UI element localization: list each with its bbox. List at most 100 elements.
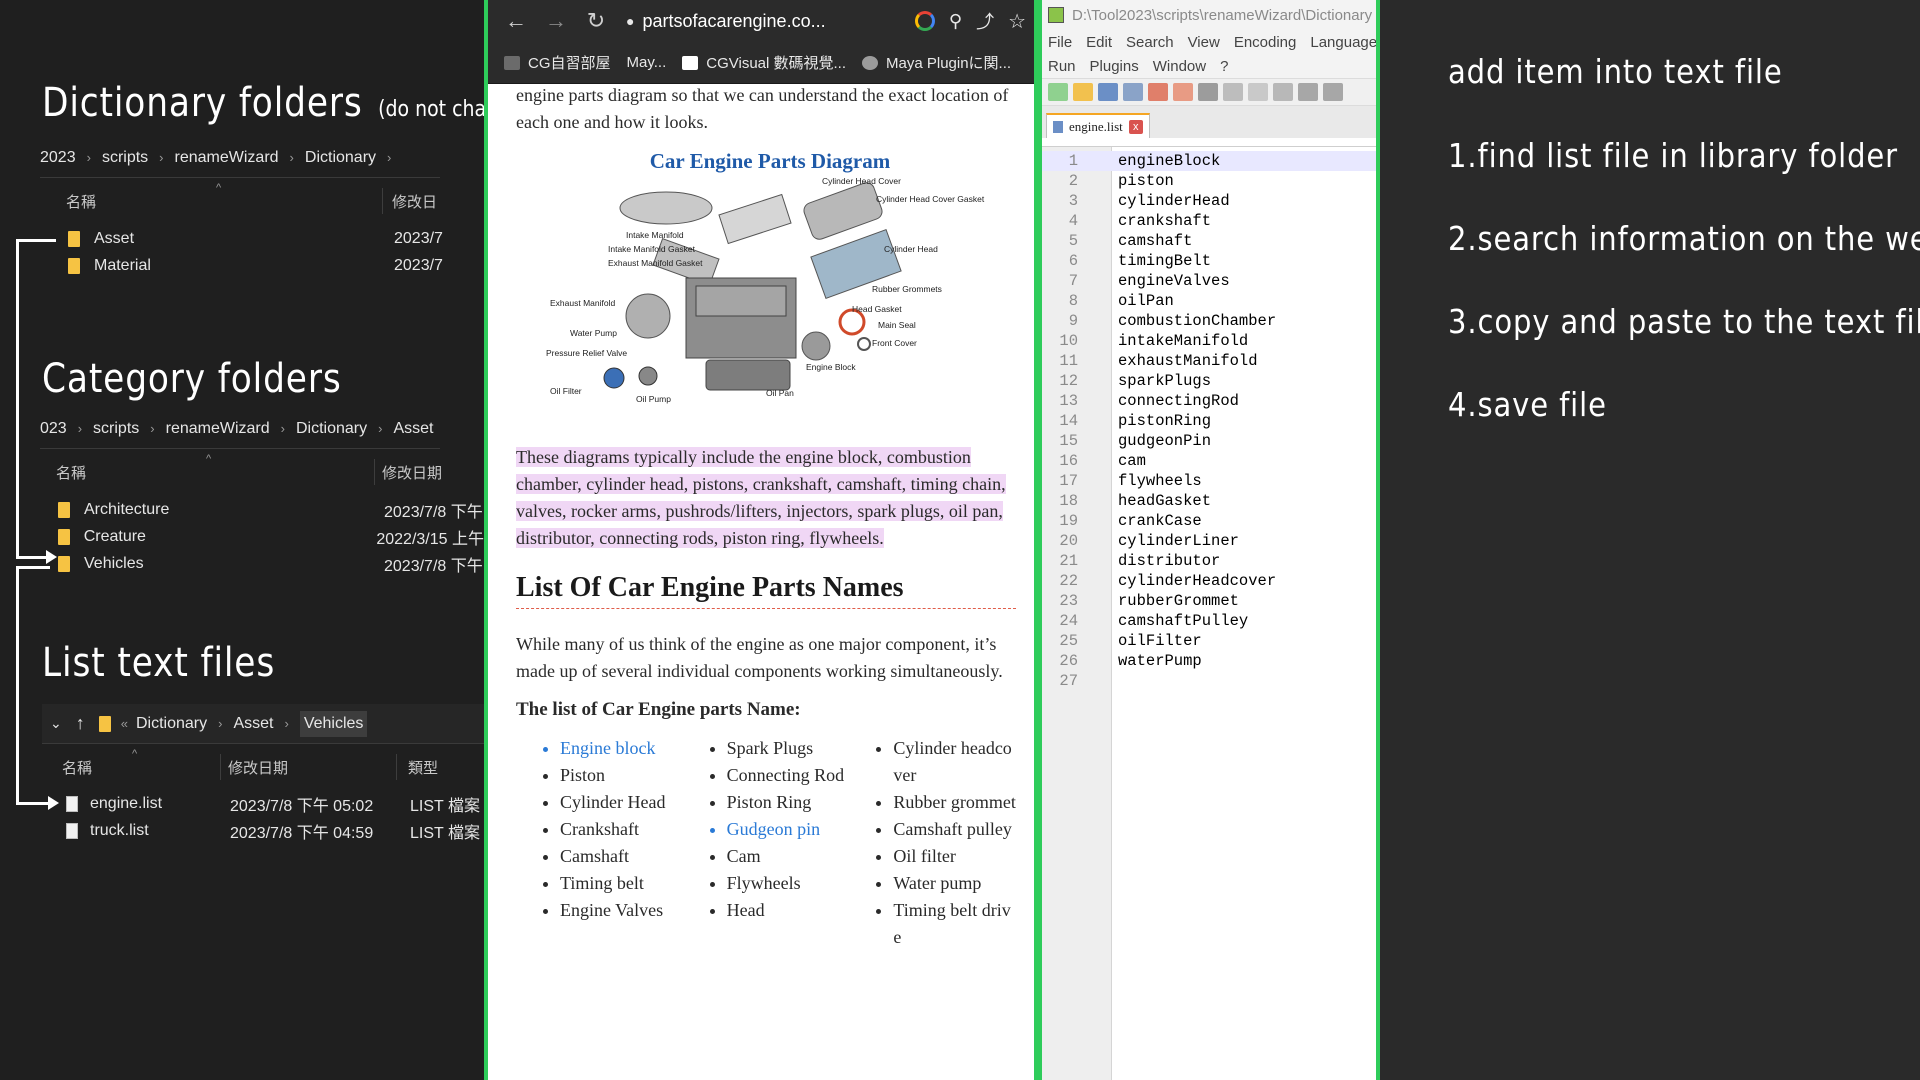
- editor-line[interactable]: 1 engineBlock: [1042, 151, 1376, 171]
- editor-line[interactable]: 21 distributor: [1042, 551, 1376, 571]
- breadcrumb-asset[interactable]: Asset: [233, 715, 273, 733]
- editor-line[interactable]: 22 cylinderHeadcover: [1042, 571, 1376, 591]
- menu-item[interactable]: Language: [1310, 34, 1376, 51]
- share-icon[interactable]: ⤴: [976, 8, 994, 34]
- editor-line[interactable]: 10 intakeManifold: [1042, 331, 1376, 351]
- chevron-down-icon[interactable]: ⌄: [50, 715, 62, 732]
- bookmark-cgvisual[interactable]: CGVisual 數碼視覺...: [682, 52, 846, 73]
- breadcrumb-item[interactable]: scripts: [102, 149, 148, 167]
- folder-row-material[interactable]: Material 2023/7: [68, 252, 484, 279]
- breadcrumb-item[interactable]: renameWizard: [166, 420, 270, 438]
- parts-link[interactable]: Gudgeon pin: [727, 816, 850, 843]
- editor-line[interactable]: 14 pistonRing: [1042, 411, 1376, 431]
- editor-line[interactable]: 11 exhaustManifold: [1042, 351, 1376, 371]
- breadcrumb-dictionary[interactable]: Dictionary: [136, 715, 207, 733]
- editor-line[interactable]: 15 gudgeonPin: [1042, 431, 1376, 451]
- bookmark-star-icon[interactable]: ☆: [1008, 9, 1026, 34]
- redo-icon[interactable]: [1323, 83, 1343, 101]
- folder-row-vehicles[interactable]: Vehicles 2023/7/8 下午: [58, 550, 484, 577]
- file-row-truck[interactable]: truck.list 2023/7/8 下午 04:59 LIST 檔案: [66, 817, 484, 844]
- editor-line[interactable]: 16 cam: [1042, 451, 1376, 471]
- body-paragraph: While many of us think of the engine as …: [516, 634, 1003, 681]
- folder-row-creature[interactable]: Creature 2022/3/15 上午: [58, 523, 484, 550]
- column-modified-header[interactable]: 修改日: [392, 191, 437, 212]
- bookmark-cg[interactable]: CG自習部屋: [504, 52, 611, 73]
- category-breadcrumb[interactable]: 023 › scripts › renameWizard › Dictionary › Asse…: [40, 409, 440, 449]
- breadcrumb-item[interactable]: 2023: [40, 149, 76, 167]
- breadcrumb-vehicles[interactable]: Vehicles: [299, 710, 368, 737]
- editor-line[interactable]: 4 crankshaft: [1042, 211, 1376, 231]
- editor-line[interactable]: 8 oilPan: [1042, 291, 1376, 311]
- zoom-icon[interactable]: ⚲: [949, 11, 962, 32]
- dictionary-breadcrumb[interactable]: 2023 › scripts › renameWizard › Dictionary ›: [40, 138, 440, 178]
- editor-line[interactable]: 26 waterPump: [1042, 651, 1376, 671]
- reload-icon[interactable]: ↻: [576, 8, 616, 34]
- editor-text-area[interactable]: 1 engineBlock 2 piston 3 cylinderHead 4 cranksh…: [1042, 146, 1376, 1080]
- breadcrumb-overflow[interactable]: «: [121, 716, 128, 731]
- editor-line[interactable]: 9 combustionChamber: [1042, 311, 1376, 331]
- back-arrow-icon[interactable]: ←: [496, 8, 536, 34]
- url-bar[interactable]: partsofacarengine.co...: [642, 11, 914, 32]
- column-name-header[interactable]: 名稱: [62, 757, 92, 778]
- menu-item[interactable]: ?: [1220, 58, 1228, 75]
- breadcrumb-item[interactable]: Asset: [393, 420, 433, 438]
- forward-arrow-icon[interactable]: →: [536, 8, 576, 34]
- breadcrumb-item[interactable]: Dictionary: [305, 149, 376, 167]
- menu-item[interactable]: Run: [1048, 58, 1076, 75]
- breadcrumb-item[interactable]: Dictionary: [296, 420, 367, 438]
- menu-item[interactable]: View: [1188, 34, 1220, 51]
- column-type-header[interactable]: 類型: [408, 757, 438, 778]
- cut-icon[interactable]: [1223, 83, 1243, 101]
- editor-line[interactable]: 17 flywheels: [1042, 471, 1376, 491]
- file-icon: [66, 822, 78, 839]
- breadcrumb-item[interactable]: renameWizard: [175, 149, 279, 167]
- editor-line[interactable]: 18 headGasket: [1042, 491, 1376, 511]
- file-row-engine[interactable]: engine.list 2023/7/8 下午 05:02 LIST 檔案: [66, 790, 484, 817]
- up-arrow-icon[interactable]: ↑: [76, 713, 85, 734]
- folder-row-asset[interactable]: Asset 2023/7: [68, 225, 484, 252]
- column-modified-header[interactable]: 修改日期: [228, 757, 288, 778]
- column-name-header[interactable]: 名稱: [56, 462, 86, 483]
- bookmark-may[interactable]: May...: [627, 54, 667, 71]
- editor-line[interactable]: 25 oilFilter: [1042, 631, 1376, 651]
- close-file-icon[interactable]: [1148, 83, 1168, 101]
- menu-item[interactable]: Window: [1153, 58, 1206, 75]
- copy-icon[interactable]: [1248, 83, 1268, 101]
- editor-line[interactable]: 23 rubberGrommet: [1042, 591, 1376, 611]
- editor-line[interactable]: 27: [1042, 671, 1376, 691]
- editor-line[interactable]: 13 connectingRod: [1042, 391, 1376, 411]
- column-modified-header[interactable]: 修改日期: [382, 462, 442, 483]
- editor-line[interactable]: 19 crankCase: [1042, 511, 1376, 531]
- breadcrumb-item[interactable]: scripts: [93, 420, 139, 438]
- editor-line[interactable]: 24 camshaftPulley: [1042, 611, 1376, 631]
- editor-line[interactable]: 12 sparkPlugs: [1042, 371, 1376, 391]
- print-icon[interactable]: [1198, 83, 1218, 101]
- close-all-icon[interactable]: [1173, 83, 1193, 101]
- paste-icon[interactable]: [1273, 83, 1293, 101]
- parts-list-item: Timing belt drive: [893, 897, 1016, 951]
- menu-item[interactable]: File: [1048, 34, 1072, 51]
- folder-row-architecture[interactable]: Architecture 2023/7/8 下午: [58, 496, 484, 523]
- editor-line[interactable]: 5 camshaft: [1042, 231, 1376, 251]
- editor-line[interactable]: 2 piston: [1042, 171, 1376, 191]
- menu-item[interactable]: Edit: [1086, 34, 1112, 51]
- breadcrumb-item[interactable]: 023: [40, 420, 67, 438]
- editor-line[interactable]: 7 engineValves: [1042, 271, 1376, 291]
- editor-line[interactable]: 20 cylinderLiner: [1042, 531, 1376, 551]
- undo-icon[interactable]: [1298, 83, 1318, 101]
- parts-link[interactable]: Engine block: [560, 735, 683, 762]
- save-icon[interactable]: [1098, 83, 1118, 101]
- editor-line[interactable]: 3 cylinderHead: [1042, 191, 1376, 211]
- editor-line[interactable]: 6 timingBelt: [1042, 251, 1376, 271]
- column-name-header[interactable]: 名稱: [66, 191, 96, 212]
- save-all-icon[interactable]: [1123, 83, 1143, 101]
- menu-item[interactable]: Encoding: [1234, 34, 1297, 51]
- menu-item[interactable]: Search: [1126, 34, 1174, 51]
- new-file-icon[interactable]: [1048, 83, 1068, 101]
- menu-item[interactable]: Plugins: [1090, 58, 1139, 75]
- bookmark-maya[interactable]: Maya Pluginに関...: [862, 52, 1011, 73]
- tab-engine-list[interactable]: engine.list x: [1046, 113, 1150, 138]
- google-icon[interactable]: [914, 11, 935, 31]
- close-tab-icon[interactable]: x: [1128, 119, 1143, 134]
- open-file-icon[interactable]: [1073, 83, 1093, 101]
